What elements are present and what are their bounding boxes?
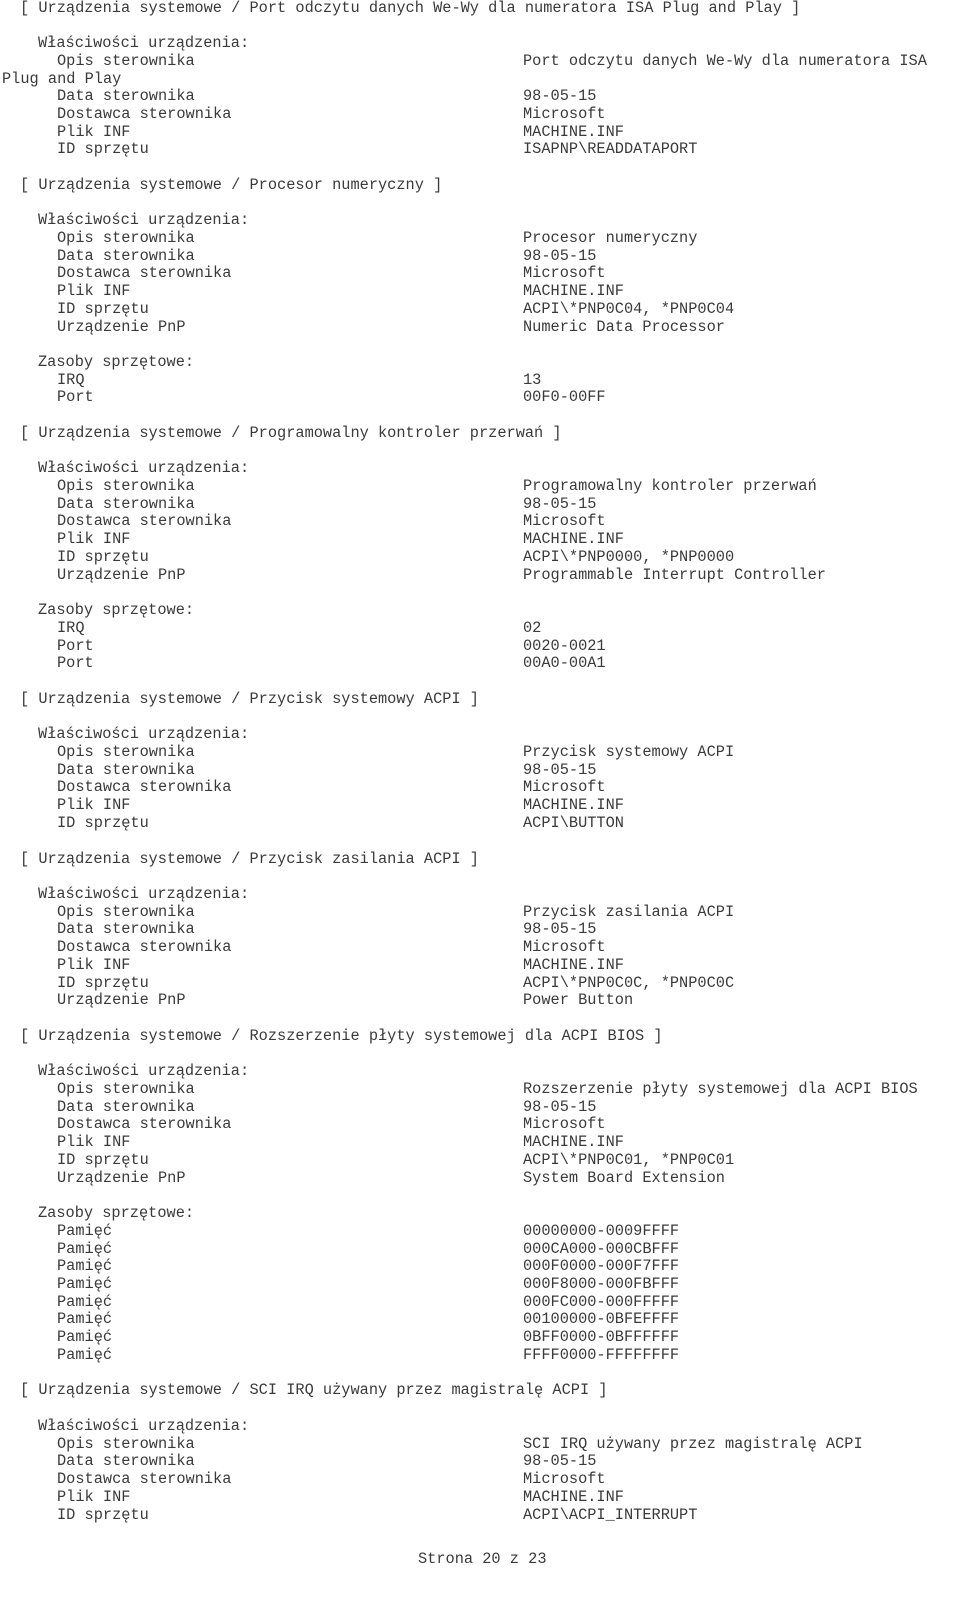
property-value: ACPI\BUTTON — [523, 814, 624, 832]
property-label: Urządzenie PnP — [57, 566, 186, 584]
properties-heading: Właściwości urządzenia: — [38, 211, 250, 229]
property-label: Dostawca sterownika — [57, 1470, 232, 1488]
properties-heading: Właściwości urządzenia: — [38, 1062, 250, 1080]
property-label: ID sprzętu — [57, 1151, 149, 1169]
section-title: [ Urządzenia systemowe / Port odczytu da… — [20, 0, 801, 17]
property-value: MACHINE.INF — [523, 282, 624, 300]
property-label: Data sterownika — [57, 1452, 195, 1470]
property-value: Microsoft — [523, 938, 606, 956]
section-title: [ Urządzenia systemowe / Przycisk system… — [20, 690, 479, 708]
property-value: Programmable Interrupt Controller — [523, 566, 826, 584]
properties-heading: Właściwości urządzenia: — [38, 725, 250, 743]
property-value: Programowalny kontroler przerwań — [523, 477, 817, 495]
resources-heading: Zasoby sprzętowe: — [38, 353, 195, 371]
resource-value: 000F8000-000FBFFF — [523, 1275, 680, 1293]
property-label: Dostawca sterownika — [57, 1115, 232, 1133]
property-label: Dostawca sterownika — [57, 778, 232, 796]
property-label: ID sprzętu — [57, 140, 149, 158]
property-label: Dostawca sterownika — [57, 512, 232, 530]
resource-value: 000F0000-000F7FFF — [523, 1257, 680, 1275]
resource-label: Port — [57, 654, 94, 672]
resource-value: 00F0-00FF — [523, 388, 606, 406]
property-label: Dostawca sterownika — [57, 938, 232, 956]
property-label: Plik INF — [57, 282, 131, 300]
property-value: Przycisk systemowy ACPI — [523, 743, 735, 761]
properties-heading: Właściwości urządzenia: — [38, 1417, 250, 1435]
property-label: Plik INF — [57, 1488, 131, 1506]
property-value: 98-05-15 — [523, 920, 597, 938]
property-label: Opis sterownika — [57, 477, 195, 495]
resource-label: Pamięć — [57, 1346, 113, 1364]
resource-label: Pamięć — [57, 1257, 113, 1275]
property-value: MACHINE.INF — [523, 1488, 624, 1506]
property-value: ACPI\ACPI_INTERRUPT — [523, 1506, 698, 1524]
resource-label: Pamięć — [57, 1310, 113, 1328]
property-label: ID sprzętu — [57, 548, 149, 566]
property-label: Dostawca sterownika — [57, 264, 232, 282]
property-value: Numeric Data Processor — [523, 318, 725, 336]
property-label: Data sterownika — [57, 920, 195, 938]
property-value: Procesor numeryczny — [523, 229, 698, 247]
property-label: Dostawca sterownika — [57, 105, 232, 123]
properties-heading: Właściwości urządzenia: — [38, 459, 250, 477]
property-label: Opis sterownika — [57, 1080, 195, 1098]
property-value: Rozszerzenie płyty systemowej dla ACPI B… — [523, 1080, 918, 1098]
property-value: Port odczytu danych We-Wy dla numeratora… — [523, 52, 927, 70]
resource-value: 02 — [523, 619, 542, 637]
resource-value: 00000000-0009FFFF — [523, 1222, 680, 1240]
property-value: Microsoft — [523, 1115, 606, 1133]
property-value: ACPI\*PNP0C01, *PNP0C01 — [523, 1151, 735, 1169]
property-value: Microsoft — [523, 264, 606, 282]
property-value: MACHINE.INF — [523, 530, 624, 548]
resource-value: 0BFF0000-0BFFFFFF — [523, 1328, 680, 1346]
resource-label: Pamięć — [57, 1222, 113, 1240]
property-value: Power Button — [523, 991, 634, 1009]
property-label: Urządzenie PnP — [57, 318, 186, 336]
property-label: ID sprzętu — [57, 300, 149, 318]
resource-value: 00100000-0BFEFFFF — [523, 1310, 680, 1328]
property-value: ISAPNP\READDATAPORT — [523, 140, 698, 158]
resource-label: Port — [57, 388, 94, 406]
property-value: System Board Extension — [523, 1169, 725, 1187]
property-value: ACPI\*PNP0C04, *PNP0C04 — [523, 300, 735, 318]
resource-value: 00A0-00A1 — [523, 654, 606, 672]
section-title: [ Urządzenia systemowe / Przycisk zasila… — [20, 850, 479, 868]
resource-label: IRQ — [57, 619, 85, 637]
property-label: ID sprzętu — [57, 814, 149, 832]
resources-heading: Zasoby sprzętowe: — [38, 1204, 195, 1222]
page-number: Strona 20 z 23 — [418, 1550, 547, 1568]
property-label: Urządzenie PnP — [57, 991, 186, 1009]
property-value: 98-05-15 — [523, 1452, 597, 1470]
property-label: Urządzenie PnP — [57, 1169, 186, 1187]
resource-label: Pamięć — [57, 1328, 113, 1346]
property-label: Plik INF — [57, 956, 131, 974]
property-value: MACHINE.INF — [523, 796, 624, 814]
section-title: [ Urządzenia systemowe / Procesor numery… — [20, 176, 443, 194]
section-title: [ Urządzenia systemowe / SCI IRQ używany… — [20, 1381, 608, 1399]
resource-value: FFFF0000-FFFFFFFF — [523, 1346, 680, 1364]
property-value: Microsoft — [523, 1470, 606, 1488]
resource-label: Pamięć — [57, 1275, 113, 1293]
properties-heading: Właściwości urządzenia: — [38, 34, 250, 52]
property-value: ACPI\*PNP0000, *PNP0000 — [523, 548, 735, 566]
property-value: 98-05-15 — [523, 87, 597, 105]
properties-heading: Właściwości urządzenia: — [38, 885, 250, 903]
property-label: Data sterownika — [57, 87, 195, 105]
property-label: Plik INF — [57, 1133, 131, 1151]
property-label: ID sprzętu — [57, 1506, 149, 1524]
property-label: Opis sterownika — [57, 743, 195, 761]
property-value: Microsoft — [523, 512, 606, 530]
property-value: MACHINE.INF — [523, 956, 624, 974]
property-label: Opis sterownika — [57, 229, 195, 247]
resources-heading: Zasoby sprzętowe: — [38, 601, 195, 619]
section-title: [ Urządzenia systemowe / Rozszerzenie pł… — [20, 1027, 663, 1045]
property-value: MACHINE.INF — [523, 1133, 624, 1151]
property-label: Plik INF — [57, 796, 131, 814]
property-label: Plik INF — [57, 530, 131, 548]
property-value: Microsoft — [523, 105, 606, 123]
section-title: [ Urządzenia systemowe / Programowalny k… — [20, 424, 562, 442]
property-label: Opis sterownika — [57, 52, 195, 70]
property-value: Microsoft — [523, 778, 606, 796]
